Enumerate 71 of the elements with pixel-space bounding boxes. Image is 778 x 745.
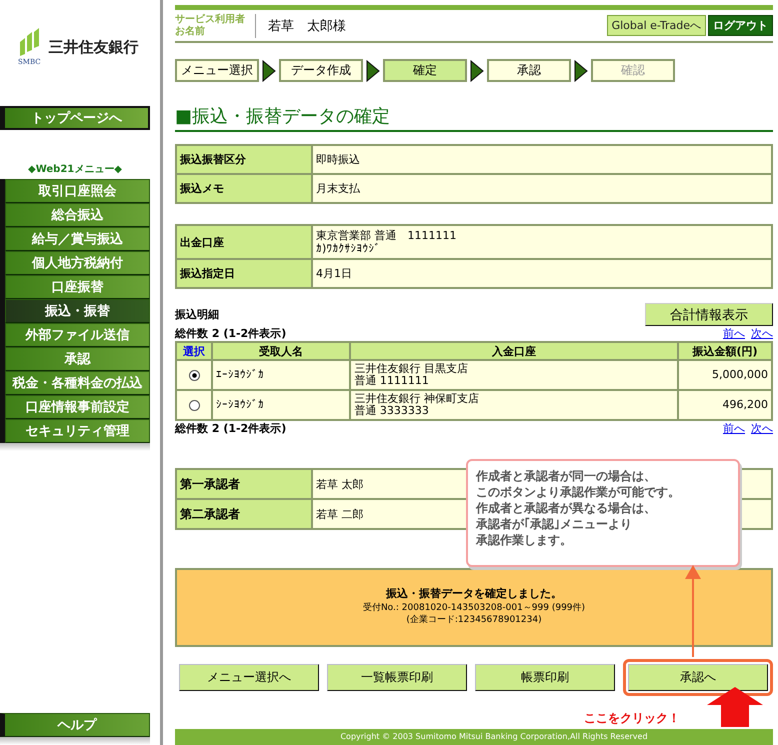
menu-item[interactable]: 税金・各種料金の払込 [5,371,150,395]
step-label: メニュー選択 [175,59,259,82]
action-button[interactable]: 一覧帳票印刷 [327,664,467,692]
step-label: 確認 [591,59,675,82]
step-label: 確定 [383,59,467,82]
logo-icon [18,28,40,58]
table-cell: 5,000,000 [678,360,772,390]
field-value: 4月1日 [312,259,772,288]
user-label: サービス利用者 [175,14,245,26]
field-value: 即時振込 [312,145,772,174]
action-button[interactable]: メニュー選択へ [179,664,319,692]
section-title: 振込明細 [175,307,219,322]
totals-button[interactable]: 合計情報表示 [645,303,773,326]
click-hint: ここをクリック！ [584,710,680,727]
top-page-button[interactable]: トップページへ [0,106,150,130]
menu-item[interactable]: 外部ファイル送信 [5,323,150,347]
bank-name: 三井住友銀行 [48,38,139,56]
callout-tooltip: 作成者と承認者が同一の場合は、 このボタンより承認作業が可能です。 作成者と承認者が異なる場合は、 承認者が｢承認｣メニューより 承認作業します。 [466,459,740,567]
field-label: 振込メモ [176,174,312,204]
column-header: 振込金額(円) [678,342,772,360]
menu-item[interactable]: 口座情報事前設定 [5,395,150,419]
field-label: 第一承認者 [176,469,312,500]
global-link-button[interactable]: Global e-Tradeへ [606,15,706,36]
total-count: 総件数 2 (1-2件表示) [175,421,286,436]
menu-item[interactable]: 口座振替 [5,275,150,299]
menu-item[interactable]: セキュリティ管理 [5,419,150,443]
step-arrow-icon [366,60,380,82]
table-cell: 三井住友銀行 目黒支店 普通 1111111 [350,360,678,390]
menu-item[interactable]: 個人地方税納付 [5,251,150,275]
user-label: お名前 [175,26,206,38]
menu-item[interactable]: 給与／賞与振込 [5,227,150,251]
column-header[interactable]: 選択 [176,342,212,360]
pager-link[interactable]: 前へ [723,326,745,342]
menu-item[interactable]: 総合振込 [5,203,150,227]
field-label: 第二承認者 [176,499,312,530]
result-message: 振込・振替データを確定しました。 [386,588,562,600]
user-name: 若草 太郎様 [268,18,346,35]
field-value: 東京営業部 普通 1111111 ｶ)ﾜｶｸｻｼﾖｳｼﾞ [312,225,772,260]
pager-link[interactable]: 次へ [751,326,773,342]
column-header: 入金口座 [350,342,678,360]
field-value: 月末支払 [312,174,772,204]
step-arrow-icon [574,60,588,82]
radio-button[interactable] [188,370,200,381]
table-cell: 496,200 [678,390,772,420]
result-detail: 受付No.: 20081020-143503208-001～999 (999件) [362,602,586,614]
column-header: 受取人名 [212,342,350,360]
table-cell: 三井住友銀行 神保町支店 普通 3333333 [350,390,678,420]
step-label: データ作成 [279,59,363,82]
menu-title: ◆Web21メニュー◆ [27,163,123,176]
action-button[interactable]: 承認へ [628,664,768,692]
field-label: 振込指定日 [176,259,312,288]
table-cell: ｼｰｼﾖｳｼﾞｶ [212,390,350,420]
logout-button[interactable]: ログアウト [708,15,773,36]
action-button[interactable]: 帳票印刷 [475,664,615,692]
field-label: 出金口座 [176,225,312,260]
total-count: 総件数 2 (1-2件表示) [175,326,286,342]
radio-button[interactable] [188,400,200,411]
result-detail: (企業コード:12345678901234) [406,614,542,626]
pager-link[interactable]: 前へ [723,421,745,436]
menu-item[interactable]: 振込・振替 [5,299,150,323]
step-label: 承認 [487,59,571,82]
help-button[interactable]: ヘルプ [0,713,150,737]
step-arrow-icon [262,60,276,82]
menu-item[interactable]: 承認 [5,347,150,371]
page-title: ■振込・振替データの確定 [175,106,773,132]
field-label: 振込振替区分 [176,145,312,174]
copyright-text: Copyright © 2003 Sumitomo Mitsui Banking Corporation,All Rights Reserved [339,732,648,742]
step-arrow-icon [470,60,484,82]
pager-link[interactable]: 次へ [751,421,773,436]
table-cell: ｴｰｼﾖｳｼﾞｶ [212,360,350,390]
menu-item[interactable]: 取引口座照会 [5,179,150,203]
